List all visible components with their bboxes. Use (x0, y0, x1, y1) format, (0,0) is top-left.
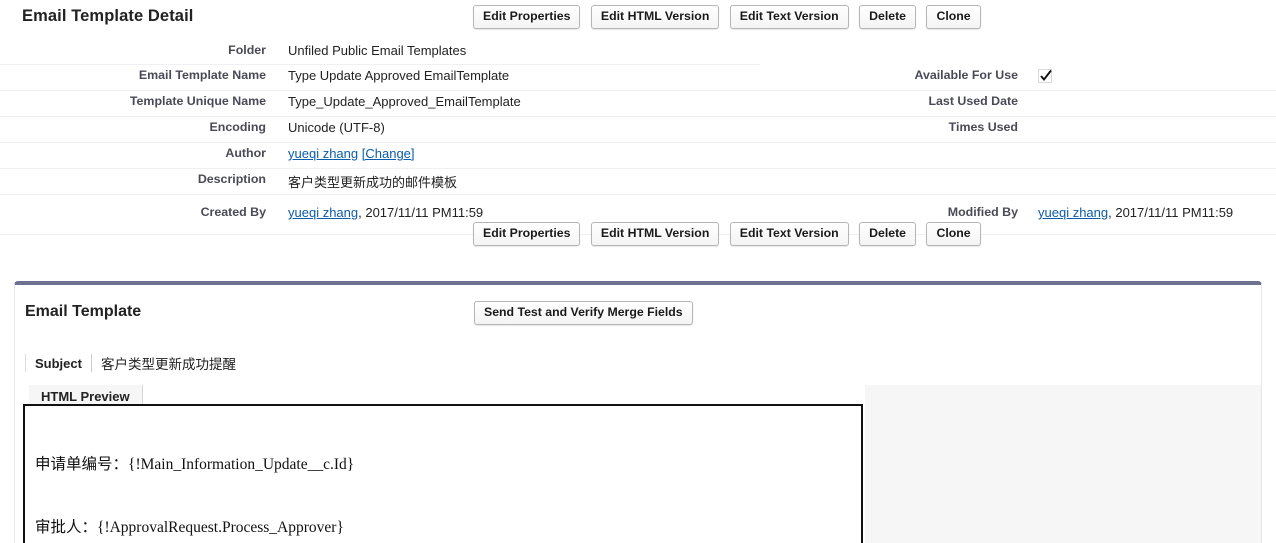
edit-text-version-button-bottom[interactable]: Edit Text Version (729, 222, 849, 246)
detail-row-template-unique-name: Template Unique Name Type_Update_Approve… (0, 91, 1276, 117)
detail-row-encoding: Encoding Unicode (UTF-8) Times Used (0, 117, 1276, 143)
modified-by-label: Modified By (947, 205, 1018, 219)
folder-label: Folder (228, 43, 266, 57)
detail-action-buttons-bottom: Edit Properties Edit HTML Version Edit T… (473, 222, 981, 246)
available-for-use-label: Available For Use (914, 68, 1018, 82)
modified-by-link[interactable]: yueqi zhang (1038, 205, 1108, 220)
detail-row-author: Author yueqi zhang [Change] (0, 143, 1276, 169)
author-value: yueqi zhang [Change] (288, 146, 415, 161)
section-gap (0, 262, 1276, 282)
send-test-and-verify-merge-fields-button[interactable]: Send Test and Verify Merge Fields (474, 301, 693, 325)
clone-button-bottom[interactable]: Clone (926, 222, 981, 246)
subject-row: Subject 客户类型更新成功提醒 (25, 353, 236, 375)
subject-value: 客户类型更新成功提醒 (100, 357, 236, 373)
edit-properties-button-bottom[interactable]: Edit Properties (473, 222, 581, 246)
detail-row-folder: Folder Unfiled Public Email Templates (0, 40, 1276, 65)
edit-html-version-button[interactable]: Edit HTML Version (590, 5, 720, 29)
encoding-label: Encoding (209, 120, 266, 134)
edit-properties-button[interactable]: Edit Properties (473, 5, 581, 29)
check-icon (1038, 69, 1053, 84)
author-label: Author (225, 146, 266, 160)
edit-text-version-button[interactable]: Edit Text Version (729, 5, 849, 29)
created-by-value: yueqi zhang, 2017/11/11 PM11:59 (288, 205, 483, 220)
times-used-label: Times Used (948, 120, 1018, 134)
created-by-link[interactable]: yueqi zhang (288, 205, 358, 220)
preview-line-2: 审批人：{!ApprovalRequest.Process_Approver} (35, 519, 344, 536)
template-unique-name-value: Type_Update_Approved_EmailTemplate (288, 94, 521, 109)
page-title: Email Template Detail (22, 7, 194, 25)
preview-line-1: 申请单编号：{!Main_Information_Update__c.Id} (35, 456, 355, 473)
author-link[interactable]: yueqi zhang (288, 146, 358, 161)
subject-label: Subject (35, 355, 82, 371)
description-label: Description (197, 172, 266, 186)
detail-header: Email Template Detail Edit Properties Ed… (0, 0, 1276, 38)
description-value: 客户类型更新成功的邮件模板 (288, 176, 458, 191)
detail-row-email-template-name: Email Template Name Type Update Approved… (0, 65, 1276, 91)
modified-by-value: yueqi zhang, 2017/11/11 PM11:59 (1038, 205, 1233, 220)
template-unique-name-label: Template Unique Name (129, 94, 266, 108)
html-preview-box: 申请单编号：{!Main_Information_Update__c.Id} 审… (23, 404, 863, 543)
encoding-value: Unicode (UTF-8) (288, 120, 385, 135)
folder-value: Unfiled Public Email Templates (288, 43, 467, 58)
subject-left-bar (25, 354, 26, 372)
email-template-panel: Email Template Send Test and Verify Merg… (14, 281, 1262, 543)
delete-button-bottom[interactable]: Delete (859, 222, 917, 246)
clone-button[interactable]: Clone (926, 5, 981, 29)
email-template-name-value: Type Update Approved EmailTemplate (288, 68, 510, 83)
panel-title: Email Template (25, 303, 142, 320)
subject-divider (90, 354, 92, 372)
created-by-date: , 2017/11/11 PM11:59 (358, 205, 484, 220)
html-preview-content: 申请单编号：{!Main_Information_Update__c.Id} 审… (25, 406, 861, 543)
last-used-date-label: Last Used Date (928, 94, 1018, 108)
edit-html-version-button-bottom[interactable]: Edit HTML Version (590, 222, 720, 246)
available-for-use-value (1038, 68, 1053, 84)
email-template-detail-page: Email Template Detail Edit Properties Ed… (0, 0, 1276, 543)
author-change-link[interactable]: [Change] (362, 146, 415, 161)
detail-row-description: Description 客户类型更新成功的邮件模板 (0, 169, 1276, 195)
created-by-label: Created By (200, 205, 266, 219)
delete-button[interactable]: Delete (859, 5, 917, 29)
email-template-name-label: Email Template Name (138, 68, 266, 82)
detail-action-buttons-top: Edit Properties Edit HTML Version Edit T… (473, 5, 981, 29)
panel-right-background (865, 385, 1261, 543)
detail-field-grid: Folder Unfiled Public Email Templates Em… (0, 40, 1276, 235)
modified-by-date: , 2017/11/11 PM11:59 (1108, 205, 1234, 220)
